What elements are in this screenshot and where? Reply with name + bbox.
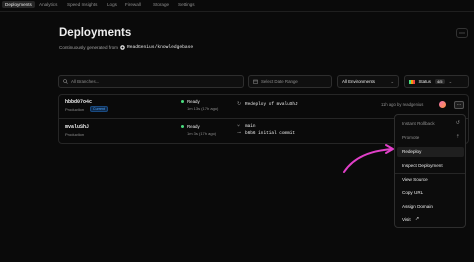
menu-item-promote[interactable]: Promote bbox=[402, 135, 419, 140]
external-link-icon: ↗ bbox=[415, 216, 420, 222]
rollback-icon: ↺ bbox=[455, 120, 460, 126]
environment-value: All Environments bbox=[342, 79, 375, 84]
date-range-picker[interactable]: Select Date Range bbox=[248, 75, 332, 88]
menu-item-view-source[interactable]: View Source bbox=[402, 177, 428, 182]
source-info: Continuously generated from ReadGenius/k… bbox=[59, 45, 193, 50]
deployment-environment: Production bbox=[65, 132, 85, 137]
chevron-down-icon: ⌄ bbox=[390, 78, 394, 84]
menu-item-inspect-deployment[interactable]: Inspect Deployment bbox=[402, 163, 443, 168]
tab-logs[interactable]: Logs bbox=[107, 2, 117, 7]
status-ready-dot bbox=[181, 125, 184, 128]
deployment-source: Redeploy of mvaluShJ bbox=[245, 102, 298, 107]
deployment-status: Ready bbox=[187, 99, 200, 104]
tab-speed-insights[interactable]: Speed Insights bbox=[67, 2, 97, 7]
menu-item-redeploy[interactable]: Redeploy bbox=[402, 149, 421, 154]
tab-firewall[interactable]: Firewall bbox=[125, 2, 141, 7]
status-count-badge: 4/5 bbox=[434, 79, 445, 84]
date-range-label: Select Date Range bbox=[261, 79, 298, 84]
tab-deployments[interactable]: Deployments bbox=[2, 1, 35, 8]
status-ready-dot bbox=[181, 100, 184, 103]
current-badge: Current bbox=[90, 106, 108, 112]
repo-link[interactable]: ReadGenius/knowledgebase bbox=[127, 45, 193, 50]
menu-item-assign-domain[interactable]: Assign Domain bbox=[402, 204, 433, 209]
menu-item-instant-rollback[interactable]: Instant Rollback bbox=[402, 121, 435, 126]
commit-icon: ⊸ bbox=[237, 130, 242, 136]
tab-settings[interactable]: Settings bbox=[178, 2, 195, 7]
annotation-arrow bbox=[343, 144, 394, 173]
github-icon bbox=[120, 45, 125, 50]
deployment-commit[interactable]: b6b6 initial commit bbox=[245, 131, 295, 136]
menu-divider bbox=[395, 173, 465, 174]
page-more-button[interactable]: ⋯ bbox=[456, 28, 468, 38]
row-more-button[interactable]: ⋯ bbox=[454, 101, 464, 109]
status-filter-label: Status bbox=[418, 79, 431, 84]
deployment-context-menu: Instant Rollback ↺ Promote ⇡ Redeploy In… bbox=[394, 114, 466, 228]
deployment-duration: 1m 13s (17h ago) bbox=[187, 106, 219, 111]
deployment-environment: Production bbox=[65, 107, 85, 112]
deployment-duration: 1m 3s (17h ago) bbox=[187, 131, 217, 136]
ellipsis-icon: ⋯ bbox=[456, 102, 462, 108]
tab-analytics[interactable]: Analytics bbox=[39, 2, 57, 7]
chevron-down-icon: ⌄ bbox=[448, 78, 453, 84]
status-filter[interactable]: Status 4/5 ⌄ bbox=[404, 75, 469, 88]
promote-icon: ⇡ bbox=[455, 134, 460, 140]
environment-select[interactable]: All Environments ⌄ bbox=[337, 75, 399, 88]
redeploy-icon: ↻ bbox=[237, 101, 242, 107]
calendar-icon bbox=[253, 79, 258, 84]
deployment-meta: 11h ago by readgenius bbox=[381, 102, 424, 107]
deployment-id[interactable]: hbbd07o4c bbox=[65, 99, 92, 105]
tab-storage[interactable]: Storage bbox=[153, 2, 169, 7]
top-navigation: Deployments Analytics Speed Insights Log… bbox=[0, 0, 474, 12]
menu-item-visit[interactable]: Visit bbox=[402, 217, 411, 222]
menu-item-copy-url[interactable]: Copy URL bbox=[402, 190, 423, 195]
avatar bbox=[439, 101, 446, 108]
deployment-branch[interactable]: main bbox=[245, 124, 256, 129]
deployment-status: Ready bbox=[187, 124, 200, 129]
branch-search-input[interactable]: All Branches... bbox=[58, 75, 244, 88]
search-icon bbox=[63, 79, 68, 84]
subtitle-prefix: Continuously generated from bbox=[59, 45, 118, 50]
deployment-id[interactable]: mvaluShJ bbox=[65, 124, 89, 130]
branch-search-placeholder: All Branches... bbox=[71, 79, 100, 84]
ellipsis-icon: ⋯ bbox=[459, 30, 465, 37]
status-colors-icon bbox=[409, 79, 415, 84]
branch-icon: ⑂ bbox=[237, 123, 241, 129]
page-title: Deployments bbox=[59, 27, 132, 39]
